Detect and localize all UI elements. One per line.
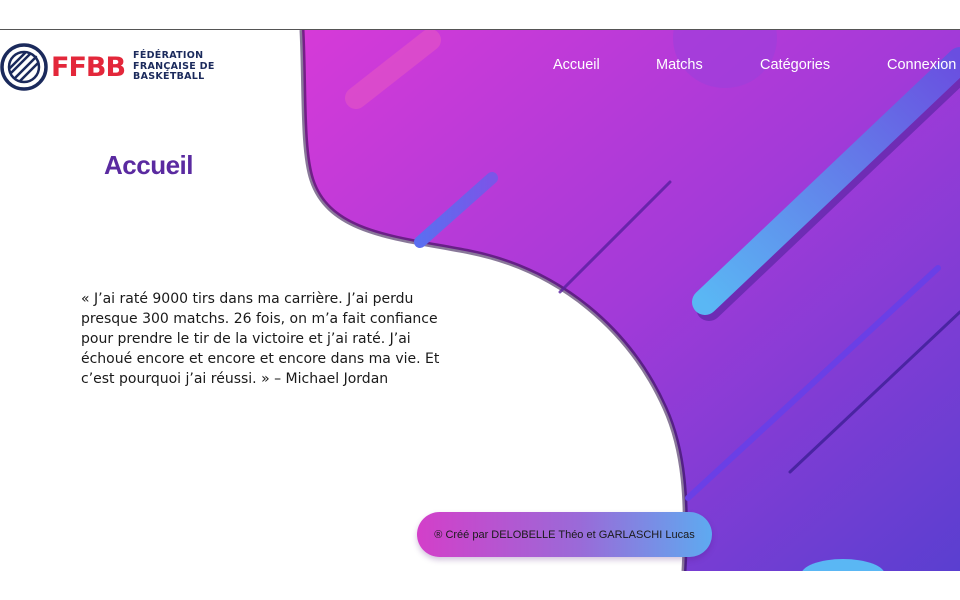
main-nav: Accueil Matchs Catégories Connexion [0, 57, 960, 77]
nav-item-connexion[interactable]: Connexion [887, 57, 956, 73]
nav-item-accueil[interactable]: Accueil [553, 57, 600, 73]
nav-item-categories[interactable]: Catégories [760, 57, 830, 73]
jordan-quote: « J’ai raté 9000 tirs dans ma carrière. … [81, 291, 440, 387]
footer-credit-text: ® Créé par DELOBELLE Théo et GARLASCHI L… [434, 528, 695, 541]
nav-item-matchs[interactable]: Matchs [656, 57, 703, 73]
page-title: Accueil [104, 150, 194, 180]
footer-credit-pill: ® Créé par DELOBELLE Théo et GARLASCHI L… [417, 512, 712, 557]
